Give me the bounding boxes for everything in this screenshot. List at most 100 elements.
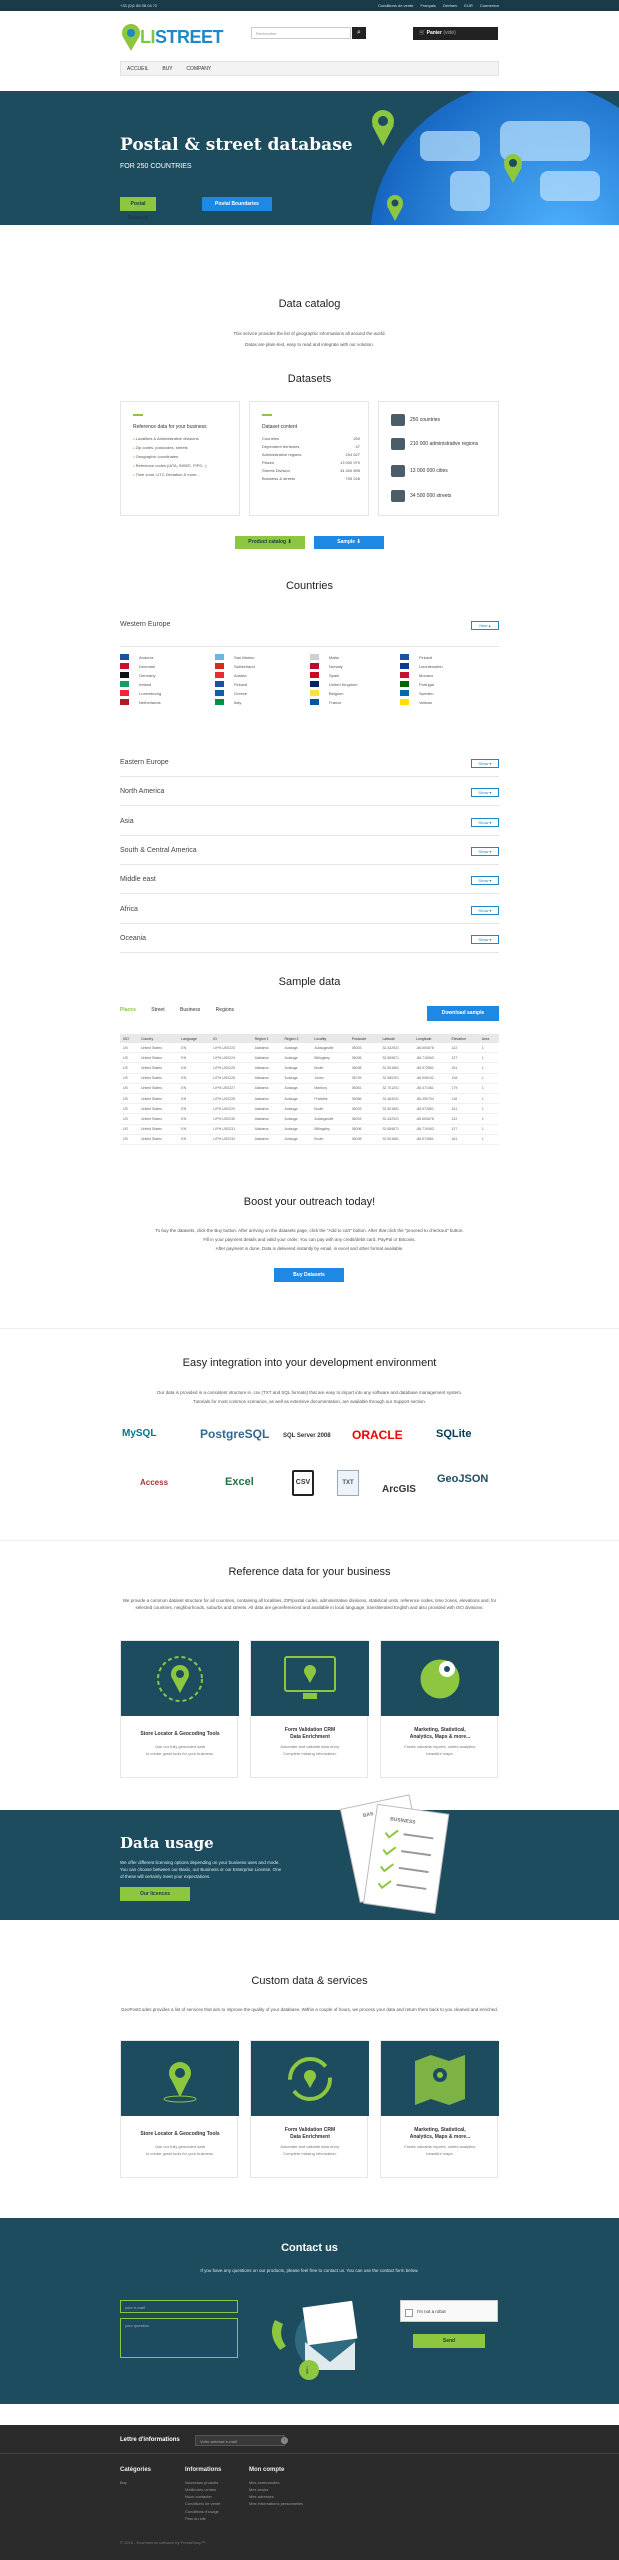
tile-title: Marketing, Statistical, [414,1727,466,1733]
country-item[interactable]: Malta [310,654,339,660]
custom-tile-marketing[interactable]: Marketing, Statistical, Analytics, Maps … [380,2040,499,2178]
search-input[interactable]: Rechercher [251,27,351,39]
recaptcha-box[interactable]: I'm not a robot [400,2300,498,2322]
footer-link[interactable]: Nous contacter [185,2493,221,2500]
country-name: Greece [234,690,248,696]
search-button[interactable]: ⌕ [352,27,366,39]
country-item[interactable]: Ireland [120,681,151,687]
show-button[interactable]: Show ▾ [471,876,499,886]
footer-link[interactable]: Conditions d'usage [185,2508,221,2515]
table-row: US United States EN LIPH-US0227 Alabama Autau… [120,1083,499,1094]
our-licences-button[interactable]: Our licences [120,1887,190,1901]
country-item[interactable]: Austria [215,672,246,678]
country-item[interactable]: Andorra [120,654,153,660]
tile-store-locator[interactable]: Store Locator & Geocoding Tools Use our … [120,1640,239,1778]
captcha-checkbox[interactable] [405,2309,413,2317]
table-cell: 1 [478,1062,499,1074]
divider [0,1328,619,1329]
footer-link[interactable]: Plan du site [185,2515,221,2522]
hide-button[interactable]: Hide ▴ [471,621,499,630]
top-link-terms[interactable]: Conditions de vente [378,3,413,8]
footer-link[interactable]: Meilleures ventes [185,2486,221,2493]
table-cell: EN [178,1073,211,1084]
country-name: Andorra [139,654,154,660]
country-item[interactable]: Norway [310,663,343,669]
table-cell: 1 [478,1103,499,1115]
postal-datasets-button[interactable]: Postal Datasets [120,197,156,221]
tile-form-validation[interactable]: Form Validation CRM Data Enrichment Auto… [250,1640,369,1778]
table-cell: Alabama [251,1083,282,1094]
sample-button[interactable]: Sample ⬇ [314,536,384,549]
country-item[interactable]: Italy [215,699,241,705]
country-name: Germany [139,672,156,678]
footer-link[interactable]: Nouveaux produits [185,2479,221,2486]
login-link[interactable]: Connexion [480,3,499,8]
country-item[interactable]: Belgium [310,690,343,696]
currency-select[interactable]: EUR [464,3,472,8]
country-item[interactable]: Greece [215,690,247,696]
country-item[interactable]: Finland [215,681,247,687]
menu-item-home[interactable]: ACCUEIL [121,62,155,76]
table-cell: 161 [448,1134,479,1145]
menu-item-buy[interactable]: BUY [156,62,178,76]
tile-marketing[interactable]: Marketing, Statistical, Analytics, Maps … [380,1640,499,1778]
list-item: Geographic coordinates [133,454,207,459]
footer-link[interactable]: Mes adresses [249,2493,303,2500]
footer-link-buy[interactable]: Buy [120,2479,151,2486]
country-item[interactable]: United Kingdom [310,681,357,687]
table-cell: United States [137,1073,179,1084]
tab-business[interactable]: Business [180,1007,200,1013]
table-cell: 36008 [348,1134,380,1145]
cart-button[interactable]: 🛒 Panier (vide) [413,27,498,40]
outreach-paragraph-3: After payment is done, Data is delivered… [215,1246,404,1251]
tab-places[interactable]: Places [120,1007,136,1013]
country-item[interactable]: Monaco [400,672,433,678]
footer-link[interactable]: Mes avoirs [249,2486,303,2493]
country-item[interactable]: Sweden [400,690,433,696]
send-button[interactable]: Send [413,2334,485,2348]
postal-boundaries-button[interactable]: Postal Boundaries [202,197,272,211]
country-item[interactable]: Denmark [120,663,155,669]
footer-link[interactable]: Conditions de vente [185,2500,221,2507]
tile-description: beautiful maps. [426,2151,454,2156]
question-field[interactable]: your question [120,2318,238,2358]
site-logo[interactable]: LISTREET [120,19,224,55]
footer-link[interactable]: Mes commandes [249,2479,303,2486]
footer-account: Mon compte Mes commandes Mes avoirs Mes … [249,2465,303,2508]
country-item[interactable]: Luxembourg [120,690,161,696]
country-item[interactable]: Finland [400,654,432,660]
tab-street[interactable]: Street [151,1007,164,1013]
table-cell: Autaugaville [311,1043,349,1054]
country-item[interactable]: Portugal [400,681,434,687]
show-button[interactable]: Show ▾ [471,846,499,856]
download-sample-button[interactable]: Download sample [427,1006,499,1021]
flag-icon [215,663,224,669]
footer-col-title: Mon compte [249,2467,285,2473]
country-item[interactable]: Vatican [400,699,432,705]
newsletter-submit-icon[interactable]: › [281,2437,288,2444]
custom-tile-form-validation[interactable]: Form Validation CRM Data Enrichment Auto… [250,2040,369,2178]
footer-link[interactable]: Mes informations personnelles [249,2500,303,2507]
show-button[interactable]: Show ▾ [471,817,499,827]
menu-item-company[interactable]: COMPANY [180,62,217,76]
email-field[interactable]: your e-mail [120,2300,238,2313]
country-item[interactable]: Netherlands [120,699,161,705]
country-item[interactable]: Switzerland [215,663,255,669]
show-button[interactable]: Show ▾ [471,934,499,944]
table-row: US United States EN LIPH-US0231 Alabama Autau… [120,1124,499,1135]
show-button[interactable]: Show ▾ [471,788,499,798]
country-item[interactable]: San Marino [215,654,254,660]
buy-datasets-button[interactable]: Buy Datasets [274,1268,344,1282]
show-button[interactable]: Show ▾ [471,759,499,768]
country-item[interactable]: Liechtenstein [400,663,443,669]
country-item[interactable]: Spain [310,672,339,678]
country-item[interactable]: Germany [120,672,155,678]
tab-regions[interactable]: Regions [216,1007,234,1013]
table-row: Administrative regions 204 627 [262,452,360,457]
product-catalog-button[interactable]: Product catalog ⬇ [235,536,305,549]
newsletter-input[interactable]: Votre adresse e-mail [195,2435,285,2446]
custom-tile-store-locator[interactable]: Store Locator & Geocoding Tools Use our … [120,2040,239,2178]
show-button[interactable]: Show ▾ [471,905,499,915]
language-select[interactable]: Français [420,3,435,8]
country-item[interactable]: France [310,699,341,705]
